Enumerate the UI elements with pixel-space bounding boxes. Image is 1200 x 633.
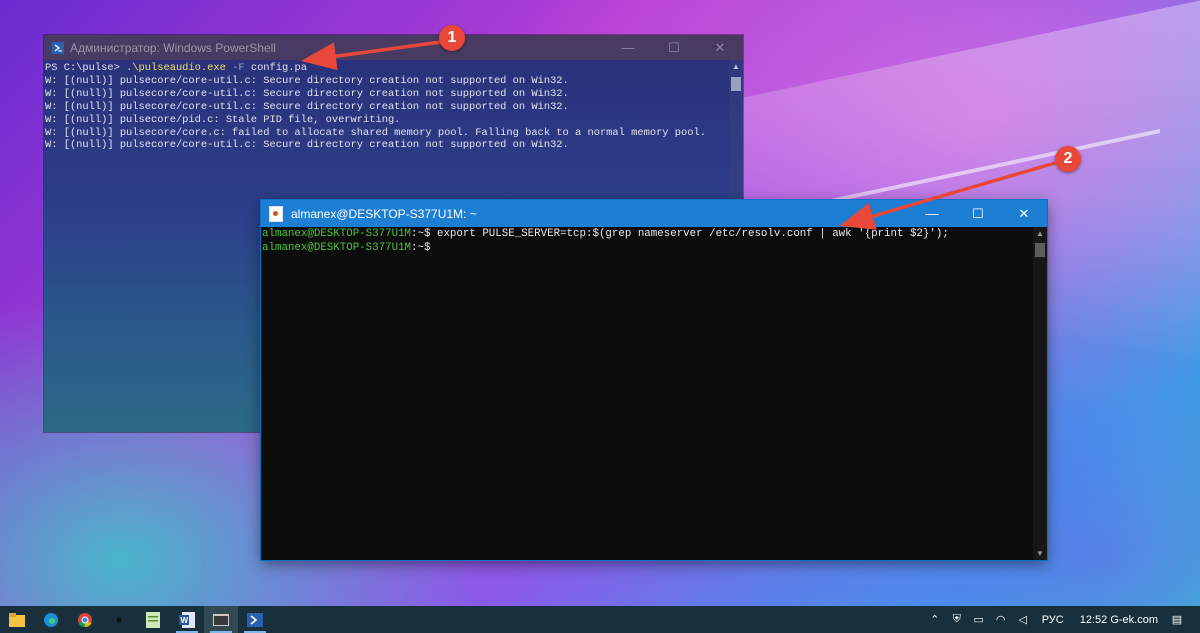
- ubuntu-icon: [269, 205, 283, 222]
- edge-icon: [44, 612, 58, 627]
- terminal-command: export PULSE_SERVER=tcp:$(grep nameserve…: [430, 228, 949, 240]
- console-line: W: [(null)] pulsecore/core.c: failed to …: [45, 126, 706, 139]
- scroll-up-icon[interactable]: ▲: [729, 62, 743, 71]
- taskbar-edge[interactable]: [34, 606, 68, 633]
- console-line: W: [(null)] pulsecore/core-util.c: Secur…: [45, 74, 569, 87]
- terminal-title: almanex@DESKTOP-S377U1M: ~: [291, 206, 477, 221]
- prompt-path: :~$: [411, 228, 431, 240]
- watermark-site: G-ek.com: [1110, 613, 1158, 626]
- callout-badge-two: 2: [1055, 146, 1081, 172]
- terminal-prompt-line: almanex@DESKTOP-S377U1M:~$: [262, 242, 1033, 256]
- prompt-user: almanex@DESKTOP-S377U1M: [262, 228, 412, 240]
- taskbar-word[interactable]: W: [170, 606, 204, 633]
- scrollbar-thumb[interactable]: [731, 77, 741, 91]
- taskbar-powershell[interactable]: [238, 606, 272, 633]
- terminal-console[interactable]: almanex@DESKTOP-S377U1M:~$ export PULSE_…: [261, 227, 1033, 560]
- chrome-icon: [78, 612, 92, 627]
- taskbar-terminal[interactable]: [204, 606, 238, 633]
- taskbar-chrome[interactable]: [68, 606, 102, 633]
- volume-icon[interactable]: ◁: [1014, 613, 1032, 626]
- console-line: W: [(null)] pulsecore/pid.c: Stale PID f…: [45, 113, 401, 126]
- scroll-up-icon[interactable]: ▲: [1033, 229, 1047, 238]
- powershell-arg: config.pa: [250, 62, 307, 74]
- battery-icon[interactable]: ▭: [970, 613, 988, 626]
- terminal-window[interactable]: almanex@DESKTOP-S377U1M: ~ — ☐ ✕ almanex…: [261, 200, 1047, 560]
- maximize-button[interactable]: ☐: [651, 35, 697, 60]
- taskbar: W ⌃ ⛨ ▭ ◠ ◁ РУС 12:52 G-ek.com ▤: [0, 606, 1200, 633]
- language-indicator[interactable]: РУС: [1042, 614, 1064, 626]
- clock-time: 12:52: [1079, 613, 1108, 626]
- terminal-scrollbar[interactable]: ▲ ▼: [1033, 227, 1047, 560]
- maximize-button[interactable]: ☐: [955, 201, 1001, 226]
- console-line: W: [(null)] pulsecore/core-util.c: Secur…: [45, 100, 569, 113]
- taskbar-file-explorer[interactable]: [0, 606, 34, 633]
- powershell-titlebar[interactable]: Администратор: Windows PowerShell — ☐ ✕: [44, 35, 743, 60]
- powershell-icon: [52, 41, 64, 54]
- file-explorer-icon: [9, 612, 25, 627]
- svg-text:W: W: [181, 616, 189, 625]
- wifi-icon[interactable]: ◠: [992, 613, 1010, 626]
- scrollbar-thumb[interactable]: [1035, 243, 1045, 257]
- powershell-flag: -F: [232, 62, 245, 74]
- console-line: W: [(null)] pulsecore/core-util.c: Secur…: [45, 87, 569, 100]
- powershell-command-line: PS C:\pulse> .\pulseaudio.exe -F config.…: [45, 62, 729, 75]
- powershell-prompt: PS C:\pulse>: [45, 62, 127, 74]
- chevron-up-icon[interactable]: ⌃: [926, 613, 944, 626]
- terminal-command-line: almanex@DESKTOP-S377U1M:~$ export PULSE_…: [262, 228, 1033, 242]
- dot-icon: [116, 617, 122, 622]
- system-tray: ⌃ ⛨ ▭ ◠ ◁ РУС 12:52 G-ek.com ▤: [924, 606, 1200, 633]
- clock[interactable]: 12:52 G-ek.com: [1080, 614, 1158, 626]
- terminal-titlebar[interactable]: almanex@DESKTOP-S377U1M: ~ — ☐ ✕: [261, 200, 1047, 227]
- prompt-path: :~$: [411, 241, 431, 254]
- notifications-icon[interactable]: ▤: [1168, 613, 1186, 626]
- taskbar-app-dot[interactable]: [102, 606, 136, 633]
- close-button[interactable]: ✕: [697, 35, 743, 60]
- minimize-button[interactable]: —: [909, 201, 955, 226]
- scroll-down-icon[interactable]: ▼: [1033, 549, 1047, 558]
- minimize-button[interactable]: —: [605, 35, 651, 60]
- powershell-icon: [247, 612, 263, 627]
- prompt-user: almanex@DESKTOP-S377U1M: [262, 241, 412, 254]
- taskbar-notepad[interactable]: [136, 606, 170, 633]
- terminal-icon: [213, 613, 229, 626]
- word-icon: W: [179, 611, 195, 628]
- shield-icon[interactable]: ⛨: [948, 613, 966, 626]
- close-button[interactable]: ✕: [1001, 201, 1047, 226]
- console-line: W: [(null)] pulsecore/core-util.c: Secur…: [45, 139, 569, 152]
- callout-badge-one: 1: [439, 25, 465, 51]
- powershell-title: Администратор: Windows PowerShell: [70, 40, 276, 55]
- notepad-icon: [146, 611, 160, 628]
- powershell-command: .\pulseaudio.exe: [126, 62, 226, 74]
